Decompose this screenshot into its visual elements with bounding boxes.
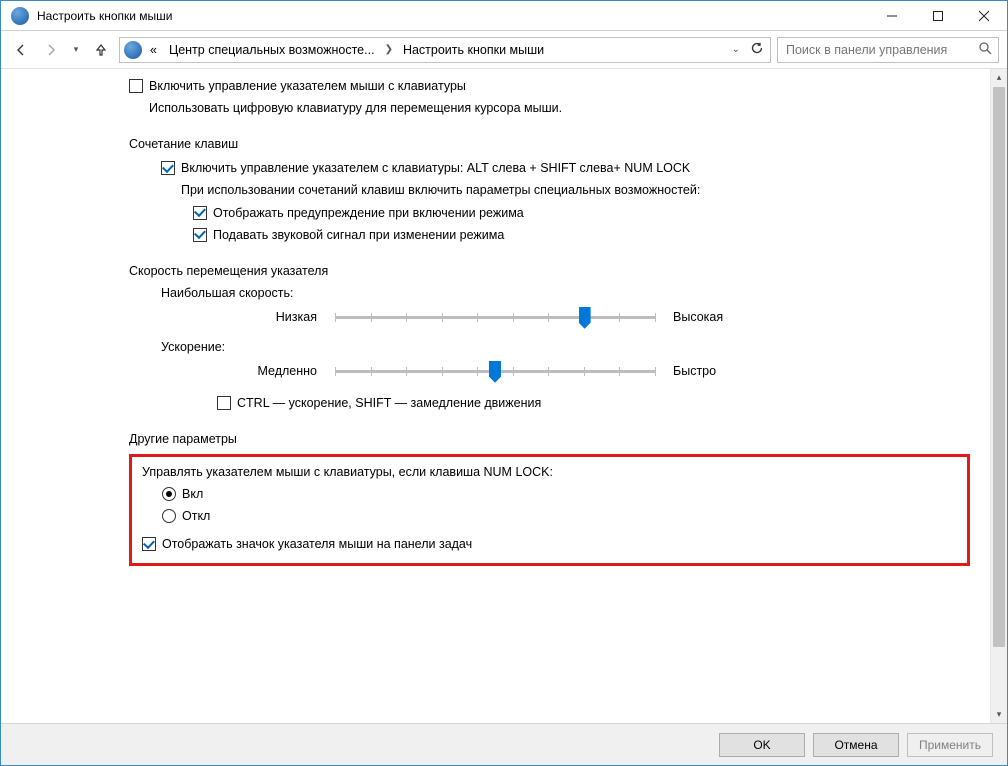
section-shortcuts-title: Сочетание клавиш <box>129 137 970 151</box>
checkbox-icon <box>193 206 207 220</box>
search-box[interactable] <box>777 37 999 63</box>
numlock-on-radio[interactable]: Вкл <box>162 485 957 503</box>
show-tray-icon-label: Отображать значок указателя мыши на пане… <box>162 535 472 553</box>
address-bar[interactable]: « Центр специальных возможносте... ❯ Нас… <box>119 37 771 63</box>
ok-button[interactable]: OK <box>719 733 805 757</box>
window: Настроить кнопки мыши ▾ « Центр <box>0 0 1008 766</box>
slider-max-label: Высокая <box>673 310 753 324</box>
cancel-button[interactable]: Отмена <box>813 733 899 757</box>
max-speed-slider[interactable]: Низкая Высокая <box>161 308 970 326</box>
footer: OK Отмена Применить <box>1 723 1007 765</box>
vertical-scrollbar[interactable]: ▴ ▾ <box>990 69 1007 723</box>
slider-min-label: Низкая <box>237 310 317 324</box>
forward-button[interactable] <box>39 38 63 62</box>
checkbox-icon <box>129 79 143 93</box>
slider-track[interactable] <box>335 362 655 380</box>
minimize-button[interactable] <box>869 1 915 30</box>
slider-min-label: Медленно <box>237 364 317 378</box>
apply-button: Применить <box>907 733 993 757</box>
maximize-button[interactable] <box>915 1 961 30</box>
scroll-thumb[interactable] <box>993 87 1005 647</box>
slider-max-label: Быстро <box>673 364 753 378</box>
checkbox-icon <box>193 228 207 242</box>
show-tray-icon-checkbox[interactable]: Отображать значок указателя мыши на пане… <box>142 535 957 553</box>
shortcut-desc: При использовании сочетаний клавиш включ… <box>161 181 970 199</box>
radio-icon <box>162 487 176 501</box>
ctrl-shift-checkbox[interactable]: CTRL — ускорение, SHIFT — замедление дви… <box>161 394 970 412</box>
slider-track[interactable] <box>335 308 655 326</box>
back-button[interactable] <box>9 38 33 62</box>
breadcrumb-seg-1[interactable]: Центр специальных возможносте... <box>165 43 379 57</box>
highlight-box: Управлять указателем мыши с клавиатуры, … <box>129 454 970 566</box>
show-warning-label: Отображать предупреждение при включении … <box>213 204 524 222</box>
ctrl-shift-label: CTRL — ускорение, SHIFT — замедление дви… <box>237 394 541 412</box>
accel-label: Ускорение: <box>161 340 970 354</box>
breadcrumb-seg-2[interactable]: Настроить кнопки мыши <box>399 43 548 57</box>
section-speed-title: Скорость перемещения указателя <box>129 264 970 278</box>
search-input[interactable] <box>784 42 979 58</box>
body: Включить управление указателем мыши с кл… <box>1 69 1007 723</box>
shortcut-enable-checkbox[interactable]: Включить управление указателем с клавиат… <box>161 159 970 177</box>
checkbox-icon <box>142 537 156 551</box>
close-button[interactable] <box>961 1 1007 30</box>
enable-mouse-keys-desc: Использовать цифровую клавиатуру для пер… <box>129 99 970 117</box>
scroll-track[interactable] <box>991 648 1007 706</box>
numlock-off-label: Откл <box>182 507 210 525</box>
section-other-title: Другие параметры <box>129 432 970 446</box>
numlock-label: Управлять указателем мыши с клавиатуры, … <box>142 465 957 479</box>
navbar: ▾ « Центр специальных возможносте... ❯ Н… <box>1 31 1007 69</box>
checkbox-icon <box>161 161 175 175</box>
enable-mouse-keys-label: Включить управление указателем мыши с кл… <box>149 77 466 95</box>
numlock-off-radio[interactable]: Откл <box>162 507 957 525</box>
play-sound-checkbox[interactable]: Подавать звуковой сигнал при изменении р… <box>193 226 970 244</box>
checkbox-icon <box>217 396 231 410</box>
chevron-right-icon[interactable]: ❯ <box>383 44 395 55</box>
refresh-button[interactable] <box>750 41 764 58</box>
breadcrumb-chevron-start: « <box>146 43 161 57</box>
window-controls <box>869 1 1007 30</box>
accessibility-icon <box>11 7 29 25</box>
slider-thumb[interactable] <box>579 307 591 329</box>
recent-button[interactable]: ▾ <box>69 38 83 62</box>
show-warning-checkbox[interactable]: Отображать предупреждение при включении … <box>193 204 970 222</box>
enable-mouse-keys-checkbox[interactable]: Включить управление указателем мыши с кл… <box>129 77 970 95</box>
titlebar: Настроить кнопки мыши <box>1 1 1007 31</box>
search-icon[interactable] <box>979 42 992 58</box>
location-icon <box>124 41 142 59</box>
slider-thumb[interactable] <box>489 361 501 383</box>
window-title: Настроить кнопки мыши <box>37 9 869 23</box>
accel-slider[interactable]: Медленно Быстро <box>161 362 970 380</box>
max-speed-label: Наибольшая скорость: <box>161 286 970 300</box>
scroll-up-button[interactable]: ▴ <box>991 69 1007 86</box>
scroll-down-button[interactable]: ▾ <box>991 706 1007 723</box>
address-dropdown[interactable]: ⌄ <box>732 44 740 55</box>
play-sound-label: Подавать звуковой сигнал при изменении р… <box>213 226 504 244</box>
shortcut-enable-label: Включить управление указателем с клавиат… <box>181 159 690 177</box>
numlock-on-label: Вкл <box>182 485 203 503</box>
up-button[interactable] <box>89 38 113 62</box>
radio-icon <box>162 509 176 523</box>
content: Включить управление указателем мыши с кл… <box>1 69 990 723</box>
